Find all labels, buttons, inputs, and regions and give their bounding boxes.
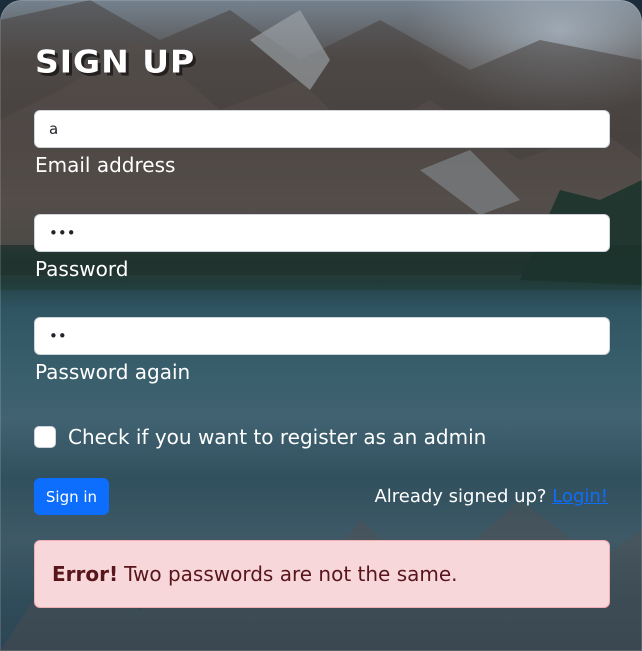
admin-checkbox-label: Check if you want to register as an admi…: [68, 425, 487, 449]
email-label: Email address: [35, 153, 176, 177]
background-scene: SIGN UP Email address Password Password …: [0, 0, 642, 651]
password-label: Password: [35, 257, 129, 281]
password-field[interactable]: [34, 214, 610, 252]
error-alert-strong: Error!: [52, 562, 119, 586]
signup-card: SIGN UP Email address Password Password …: [0, 0, 642, 651]
error-alert: Error! Two passwords are not the same.: [34, 540, 610, 608]
password-again-label: Password again: [35, 360, 191, 384]
already-signed-up-text: Already signed up?: [374, 486, 547, 507]
login-link[interactable]: Login!: [552, 486, 608, 507]
email-field[interactable]: [34, 110, 610, 148]
admin-checkbox[interactable]: [34, 426, 56, 448]
page-title: SIGN UP: [35, 42, 196, 81]
password-again-field[interactable]: [34, 317, 610, 355]
sign-in-button[interactable]: Sign in: [34, 478, 109, 515]
already-signed-up: Already signed up? Login!: [374, 488, 608, 506]
error-alert-message: Two passwords are not the same.: [124, 562, 458, 586]
